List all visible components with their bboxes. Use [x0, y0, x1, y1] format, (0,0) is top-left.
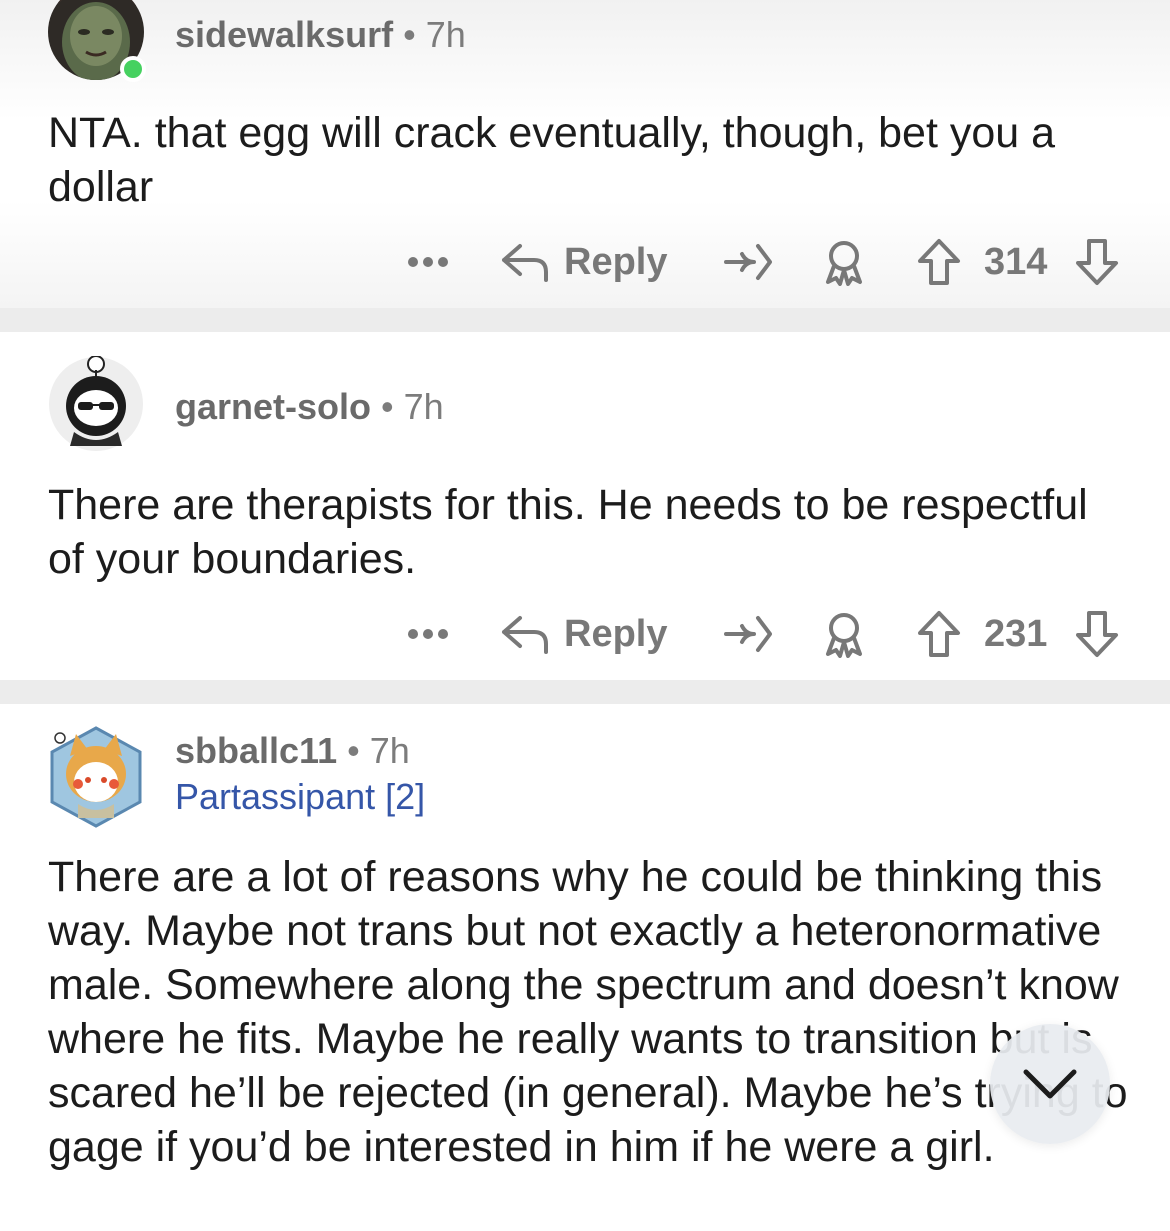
more-options-button[interactable] [406, 232, 450, 292]
comment-meta: garnet-solo • 7h [175, 386, 444, 428]
vote-score: 231 [984, 612, 1048, 655]
reply-label: Reply [564, 240, 668, 283]
username[interactable]: sbballc11 [175, 730, 337, 771]
reply-arrow-icon [502, 616, 548, 654]
timestamp: 7h [403, 386, 444, 427]
downvote-button[interactable] [1074, 604, 1120, 664]
reply-label: Reply [564, 612, 668, 655]
comment-1: sidewalksurf • 7h NTA. that egg will crack… [0, 0, 1170, 308]
separator: • [403, 14, 416, 55]
timestamp: 7h [369, 730, 410, 771]
share-button[interactable] [724, 232, 774, 292]
share-icon [724, 244, 772, 280]
downvote-arrow-icon [1076, 239, 1118, 285]
more-options-button[interactable] [406, 604, 450, 664]
upvote-arrow-icon [918, 239, 960, 285]
timestamp: 7h [425, 14, 466, 55]
comment-meta: sidewalksurf • 7h [175, 14, 466, 56]
award-button[interactable] [820, 232, 868, 292]
avatar[interactable] [48, 726, 144, 828]
comment-meta: sbballc11 • 7h [175, 730, 410, 772]
scroll-down-button[interactable] [990, 1024, 1110, 1144]
comment-text: There are a lot of reasons why he could … [48, 853, 1128, 1171]
comment-divider [0, 308, 1170, 332]
comment-actions: Reply 231 [0, 604, 1170, 664]
separator: • [381, 386, 394, 427]
username[interactable]: garnet-solo [175, 386, 371, 427]
comment-2: garnet-solo • 7h There are therapists for … [0, 332, 1170, 680]
share-icon [724, 616, 772, 652]
upvote-button[interactable] [916, 604, 962, 664]
online-indicator [120, 56, 146, 82]
hooded-sunglasses-avatar-icon [49, 355, 143, 451]
comment-text: NTA. that egg will crack eventually, tho… [48, 109, 1056, 211]
user-flair: Partassipant [2] [175, 776, 426, 817]
share-button[interactable] [724, 604, 774, 664]
avatar[interactable] [48, 0, 146, 82]
shiba-hood-avatar-icon [50, 726, 142, 828]
comment-text: There are therapists for this. He needs … [48, 481, 1088, 583]
upvote-button[interactable] [916, 232, 962, 292]
award-icon [826, 241, 862, 286]
reply-button[interactable]: Reply [500, 232, 667, 292]
reply-button[interactable]: Reply [500, 604, 667, 664]
username[interactable]: sidewalksurf [175, 14, 393, 55]
more-dots-icon [408, 257, 448, 267]
upvote-arrow-icon [918, 611, 960, 657]
award-button[interactable] [820, 604, 868, 664]
avatar[interactable] [48, 355, 144, 452]
chevron-down-icon [1023, 1069, 1077, 1099]
vote-score: 314 [984, 240, 1048, 283]
comment-actions: Reply 314 [0, 232, 1170, 292]
reply-arrow-icon [502, 244, 548, 282]
more-dots-icon [408, 629, 448, 639]
comment-3: sbballc11 • 7h Partassipant [2] There are … [0, 704, 1170, 1231]
comment-divider [0, 680, 1170, 704]
award-icon [826, 613, 862, 658]
downvote-arrow-icon [1076, 611, 1118, 657]
downvote-button[interactable] [1074, 232, 1120, 292]
separator: • [347, 730, 360, 771]
